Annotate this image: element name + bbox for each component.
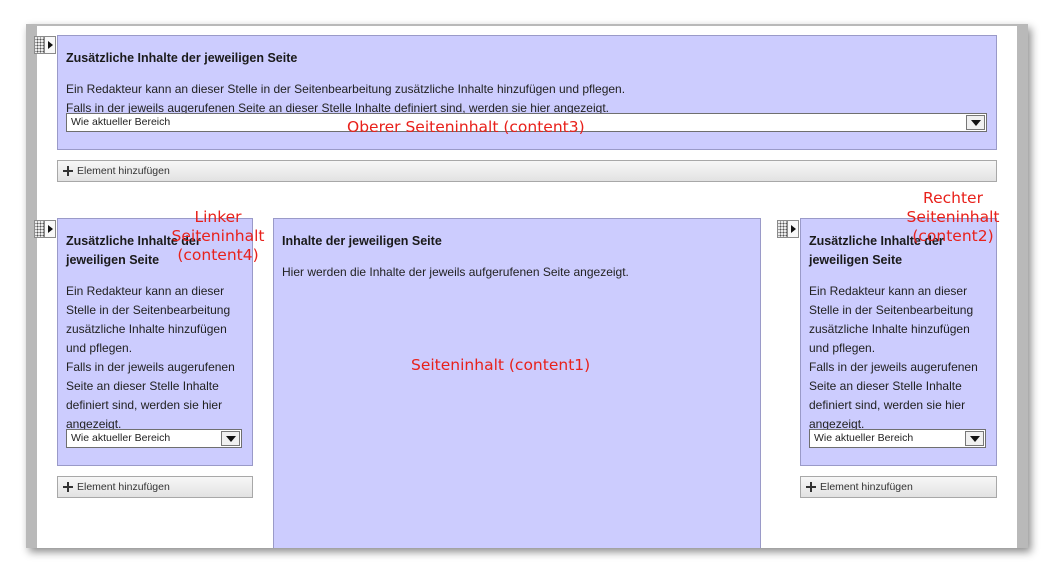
right-region-text-line: zusätzliche Inhalte hinzufügen xyxy=(809,322,970,336)
left-region-select-value: Wie aktueller Bereich xyxy=(71,432,171,444)
left-add-element-button[interactable]: Element hinzufügen xyxy=(57,476,253,498)
right-region-text-line: Ein Redakteur kann an dieser xyxy=(809,284,968,298)
left-annotation-line1: Linker xyxy=(194,208,242,226)
top-region-select-value: Wie aktueller Bereich xyxy=(71,116,171,128)
right-region-text-line: Seite an dieser Stelle Inhalte xyxy=(809,379,962,393)
chevron-down-icon[interactable] xyxy=(966,115,985,130)
top-region-title: Zusätzliche Inhalte der jeweiligen Seite xyxy=(66,51,298,65)
chevron-down-icon[interactable] xyxy=(221,431,240,446)
expand-arrow-icon xyxy=(45,37,55,53)
drag-handle-icon xyxy=(778,221,788,237)
left-region-text-line: Seite an dieser Stelle Inhalte xyxy=(66,379,219,393)
right-add-element-label: Element hinzufügen xyxy=(820,481,913,493)
top-region-text-line1: Ein Redakteur kann an dieser Stelle in d… xyxy=(66,82,626,96)
expand-arrow-icon xyxy=(45,221,55,237)
plus-icon xyxy=(806,482,816,492)
left-region-handle[interactable] xyxy=(34,220,56,238)
left-region-text-line: zusätzliche Inhalte hinzufügen xyxy=(66,322,227,336)
left-region-text-line: Falls in der jeweils augerufenen xyxy=(66,360,235,374)
left-region-text-line: definiert sind, werden sie hier xyxy=(66,398,223,412)
center-region-text: Hier werden die Inhalte der jeweils aufg… xyxy=(282,265,629,279)
left-region-text-line: Stelle in der Seitenbearbeitung xyxy=(66,303,231,317)
left-region-title-line2: jeweiligen Seite xyxy=(66,253,160,267)
left-region-text-line: Ein Redakteur kann an dieser xyxy=(66,284,225,298)
right-region-title-line2: jeweiligen Seite xyxy=(809,253,903,267)
right-region-text-line: Falls in der jeweils augerufenen xyxy=(809,360,978,374)
right-region-select-value: Wie aktueller Bereich xyxy=(814,432,914,444)
right-region-text-line: und pflegen. xyxy=(809,341,876,355)
right-region-select[interactable]: Wie aktueller Bereich xyxy=(809,429,986,448)
left-region-select[interactable]: Wie aktueller Bereich xyxy=(66,429,242,448)
center-region-title: Inhalte der jeweiligen Seite xyxy=(282,234,442,248)
expand-arrow-icon xyxy=(788,221,798,237)
top-region-annotation: Oberer Seiteninhalt (content3) xyxy=(347,118,585,136)
top-region-handle[interactable] xyxy=(34,36,56,54)
left-add-element-label: Element hinzufügen xyxy=(77,481,170,493)
drag-handle-icon xyxy=(35,37,45,53)
right-region-text-line: Stelle in der Seitenbearbeitung xyxy=(809,303,974,317)
left-region-annotation: Linker Seiteninhalt (content4) xyxy=(168,208,268,265)
plus-icon xyxy=(63,482,73,492)
left-annotation-line3: (content4) xyxy=(177,246,259,264)
drag-handle-icon xyxy=(35,221,45,237)
top-add-element-button[interactable]: Element hinzufügen xyxy=(57,160,997,182)
right-annotation-line3: (content2) xyxy=(912,227,994,245)
left-region-text-line: und pflegen. xyxy=(66,341,133,355)
right-region-annotation: Rechter Seiteninhalt (content2) xyxy=(900,189,1006,246)
plus-icon xyxy=(63,166,73,176)
left-annotation-line2: Seiteninhalt xyxy=(171,227,265,245)
right-add-element-button[interactable]: Element hinzufügen xyxy=(800,476,997,498)
center-content-region: Inhalte der jeweiligen Seite Hier werden… xyxy=(273,218,761,548)
center-region-annotation: Seiteninhalt (content1) xyxy=(411,356,591,374)
chevron-down-icon[interactable] xyxy=(965,431,984,446)
right-region-text-line: definiert sind, werden sie hier xyxy=(809,398,966,412)
right-region-handle[interactable] xyxy=(777,220,799,238)
right-annotation-line2: Seiteninhalt xyxy=(906,208,1000,226)
right-annotation-line1: Rechter xyxy=(923,189,983,207)
top-add-element-label: Element hinzufügen xyxy=(77,165,170,177)
